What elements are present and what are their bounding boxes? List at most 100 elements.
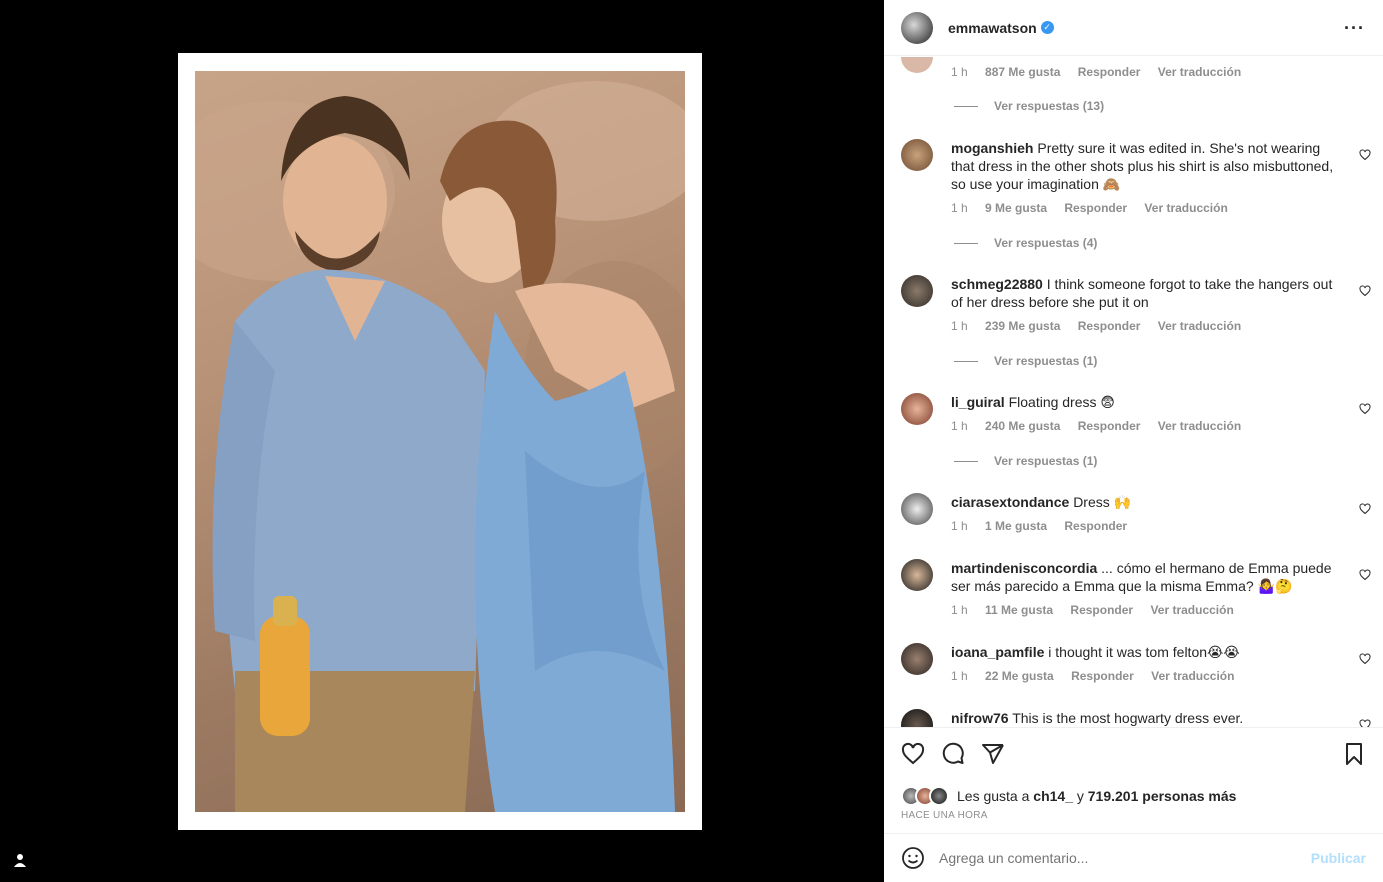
commenter-avatar[interactable] bbox=[901, 643, 933, 675]
comment-username[interactable]: li_guiral bbox=[951, 394, 1005, 410]
likes-count[interactable]: 719.201 personas más bbox=[1088, 788, 1237, 804]
reply-button[interactable]: Responder bbox=[1064, 519, 1127, 533]
comment-content: Floating dress 😨 bbox=[1008, 394, 1115, 410]
post-header: emmawatson ✓ ··· bbox=[884, 0, 1383, 56]
emoji-icon[interactable] bbox=[901, 846, 925, 870]
reply-button[interactable]: Responder bbox=[1078, 319, 1141, 333]
comment-text: li_guiral Floating dress 😨 bbox=[951, 393, 1346, 411]
comment-meta: 1 h 22 Me gusta Responder Ver traducción bbox=[951, 669, 1248, 683]
comment-username[interactable]: nifrow76 bbox=[951, 710, 1009, 726]
comment-text: ioana_pamfile i thought it was tom felto… bbox=[951, 643, 1346, 661]
like-comment-icon[interactable] bbox=[1359, 149, 1371, 161]
comment-content: Dress 🙌 bbox=[1073, 494, 1132, 510]
media-area bbox=[0, 0, 884, 882]
publish-button[interactable]: Publicar bbox=[1311, 850, 1366, 866]
translate-button[interactable]: Ver traducción bbox=[1151, 669, 1234, 683]
reply-button[interactable]: Responder bbox=[1078, 65, 1141, 79]
post-side-panel: emmawatson ✓ ··· 1 h 887 Me gusta Respon… bbox=[884, 0, 1383, 882]
view-replies-button[interactable]: Ver respuestas (13) bbox=[954, 99, 1104, 113]
comment-list[interactable]: 1 h 887 Me gusta Responder Ver traducció… bbox=[884, 57, 1383, 727]
comment-text: schmeg22880 I think someone forgot to ta… bbox=[951, 275, 1346, 311]
comment-meta: 1 h 239 Me gusta Responder Ver traducció… bbox=[951, 319, 1255, 333]
comment-username[interactable]: ciarasextondance bbox=[951, 494, 1069, 510]
comment-likes[interactable]: 1 Me gusta bbox=[985, 519, 1047, 533]
post-photo[interactable] bbox=[195, 71, 685, 812]
more-options-icon[interactable]: ··· bbox=[1344, 18, 1365, 39]
commenter-avatar[interactable] bbox=[901, 493, 933, 525]
reply-button[interactable]: Responder bbox=[1078, 419, 1141, 433]
reply-button[interactable]: Responder bbox=[1064, 201, 1127, 215]
comment-likes[interactable]: 22 Me gusta bbox=[985, 669, 1054, 683]
comment-meta: 1 h 1 Me gusta Responder bbox=[951, 519, 1141, 533]
comment-time: 1 h bbox=[951, 669, 968, 683]
view-replies-button[interactable]: Ver respuestas (1) bbox=[954, 354, 1097, 368]
view-replies-label: Ver respuestas (4) bbox=[994, 236, 1098, 250]
reply-button[interactable]: Responder bbox=[1071, 669, 1134, 683]
translate-button[interactable]: Ver traducción bbox=[1158, 319, 1241, 333]
like-comment-icon[interactable] bbox=[1359, 653, 1371, 665]
comment-content: i thought it was tom felton😭😭 bbox=[1048, 644, 1240, 660]
like-comment-icon[interactable] bbox=[1359, 403, 1371, 415]
comment-icon[interactable] bbox=[941, 742, 965, 766]
comment-time: 1 h bbox=[951, 65, 968, 79]
comment-input[interactable] bbox=[939, 850, 1299, 866]
comment-meta: 1 h 240 Me gusta Responder Ver traducció… bbox=[951, 419, 1255, 433]
like-comment-icon[interactable] bbox=[1359, 503, 1371, 515]
view-replies-button[interactable]: Ver respuestas (4) bbox=[954, 236, 1097, 250]
liker-username[interactable]: ch14_ bbox=[1033, 788, 1073, 804]
comment-time: 1 h bbox=[951, 519, 968, 533]
likes-connector: y bbox=[1076, 788, 1084, 804]
comment-meta: 1 h 9 Me gusta Responder Ver traducción bbox=[951, 201, 1242, 215]
likes-summary: Les gusta a ch14_ y 719.201 personas más bbox=[901, 786, 1236, 806]
post-actions: Les gusta a ch14_ y 719.201 personas más… bbox=[884, 727, 1383, 833]
reply-button[interactable]: Responder bbox=[1070, 603, 1133, 617]
translate-button[interactable]: Ver traducción bbox=[1158, 65, 1241, 79]
likes-text: Les gusta a ch14_ y 719.201 personas más bbox=[957, 788, 1236, 804]
user-tag-icon[interactable] bbox=[12, 852, 28, 868]
commenter-avatar[interactable] bbox=[901, 139, 933, 171]
like-comment-icon[interactable] bbox=[1359, 285, 1371, 297]
share-icon[interactable] bbox=[981, 742, 1005, 766]
commenter-avatar[interactable] bbox=[901, 275, 933, 307]
author-avatar[interactable] bbox=[901, 11, 933, 44]
save-icon[interactable] bbox=[1342, 742, 1366, 766]
translate-button[interactable]: Ver traducción bbox=[1158, 419, 1241, 433]
comment-time: 1 h bbox=[951, 603, 968, 617]
add-comment-bar: Publicar bbox=[884, 833, 1383, 882]
view-replies-button[interactable]: Ver respuestas (1) bbox=[954, 454, 1097, 468]
commenter-avatar[interactable] bbox=[901, 393, 933, 425]
comment-time: 1 h bbox=[951, 201, 968, 215]
comment-text: martindenisconcordia ... cómo el hermano… bbox=[951, 559, 1346, 595]
view-replies-label: Ver respuestas (13) bbox=[994, 99, 1105, 113]
comment-likes[interactable]: 887 Me gusta bbox=[985, 65, 1060, 79]
view-replies-label: Ver respuestas (1) bbox=[994, 454, 1098, 468]
likes-prefix: Les gusta a bbox=[957, 788, 1030, 804]
comment-username[interactable]: schmeg22880 bbox=[951, 276, 1043, 292]
comment-username[interactable]: ioana_pamfile bbox=[951, 644, 1044, 660]
comment-text: ciarasextondance Dress 🙌 bbox=[951, 493, 1346, 511]
comment-likes[interactable]: 9 Me gusta bbox=[985, 201, 1047, 215]
comment-content: This is the most hogwarty dress ever. bbox=[1012, 710, 1244, 726]
like-icon[interactable] bbox=[901, 742, 925, 766]
comment-likes[interactable]: 240 Me gusta bbox=[985, 419, 1060, 433]
post-timestamp[interactable]: HACE UNA HORA bbox=[901, 810, 988, 821]
verified-badge-icon: ✓ bbox=[1040, 21, 1054, 34]
instagram-post-view: emmawatson ✓ ··· 1 h 887 Me gusta Respon… bbox=[0, 0, 1383, 882]
comment-text: nifrow76 This is the most hogwarty dress… bbox=[951, 709, 1346, 727]
comment-meta: 1 h 887 Me gusta Responder Ver traducció… bbox=[951, 65, 1255, 79]
like-comment-icon[interactable] bbox=[1359, 719, 1371, 727]
author-username[interactable]: emmawatson bbox=[948, 20, 1037, 36]
translate-button[interactable]: Ver traducción bbox=[1144, 201, 1227, 215]
comment-text: moganshieh Pretty sure it was edited in.… bbox=[951, 139, 1346, 193]
comment-username[interactable]: moganshieh bbox=[951, 140, 1033, 156]
comment-likes[interactable]: 11 Me gusta bbox=[985, 603, 1053, 617]
commenter-avatar[interactable] bbox=[901, 559, 933, 591]
translate-button[interactable]: Ver traducción bbox=[1150, 603, 1233, 617]
comment-time: 1 h bbox=[951, 319, 968, 333]
comment-likes[interactable]: 239 Me gusta bbox=[985, 319, 1060, 333]
like-comment-icon[interactable] bbox=[1359, 569, 1371, 581]
comment-meta: 1 h 11 Me gusta Responder Ver traducción bbox=[951, 603, 1248, 617]
commenter-avatar[interactable] bbox=[901, 709, 933, 727]
commenter-avatar[interactable] bbox=[901, 57, 933, 73]
comment-username[interactable]: martindenisconcordia bbox=[951, 560, 1097, 576]
